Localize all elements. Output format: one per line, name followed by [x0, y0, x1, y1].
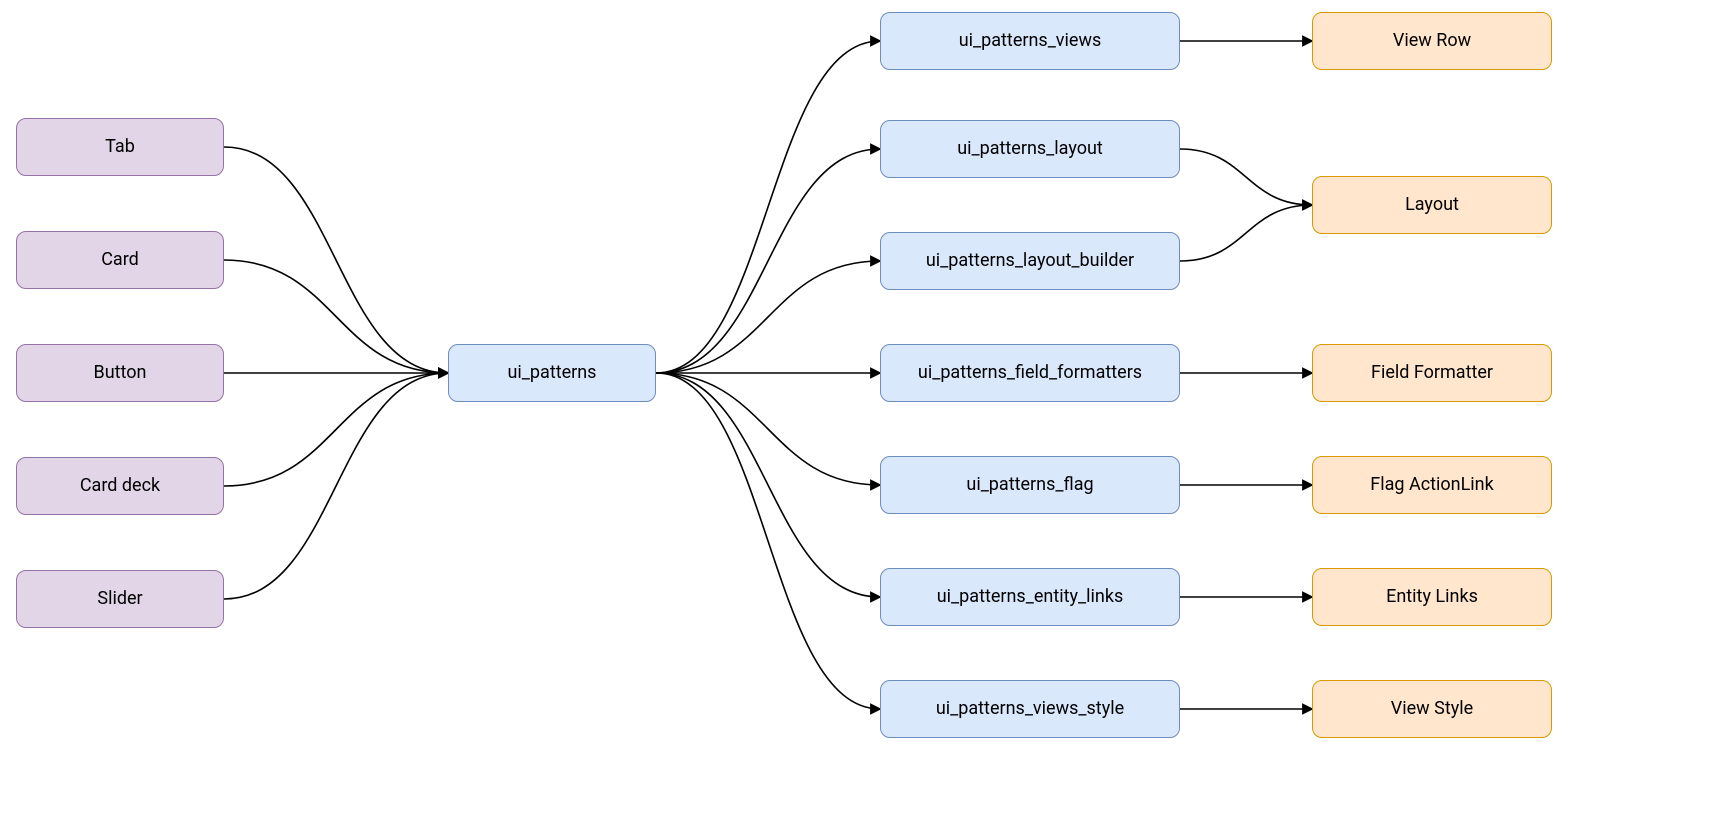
edge-left-card_deck-to-center-ui_patterns — [224, 373, 448, 486]
node-label: Card — [101, 249, 139, 271]
node-right-entity_links_out: Entity Links — [1312, 568, 1552, 626]
node-middle-entity_links: ui_patterns_entity_links — [880, 568, 1180, 626]
node-label: ui_patterns_field_formatters — [918, 362, 1142, 384]
node-label: View Style — [1391, 698, 1473, 720]
node-label: ui_patterns_flag — [966, 474, 1093, 496]
node-label: Button — [94, 362, 147, 384]
node-label: ui_patterns — [508, 362, 597, 384]
diagram-canvas: TabCardButtonCard deckSliderui_patternsu… — [0, 0, 1709, 823]
node-middle-views: ui_patterns_views — [880, 12, 1180, 70]
node-label: Layout — [1405, 194, 1459, 216]
edge-left-slider-to-center-ui_patterns — [224, 373, 448, 599]
edge-middle-layout_builder-to-right-layout_out — [1180, 205, 1312, 261]
node-label: ui_patterns_views — [959, 30, 1102, 52]
node-label: Card deck — [80, 475, 160, 497]
node-right-layout_out: Layout — [1312, 176, 1552, 234]
edge-left-tab-to-center-ui_patterns — [224, 147, 448, 373]
node-middle-layout: ui_patterns_layout — [880, 120, 1180, 178]
node-left-tab: Tab — [16, 118, 224, 176]
node-label: ui_patterns_layout_builder — [926, 250, 1134, 272]
node-label: Slider — [97, 588, 142, 610]
node-label: Flag ActionLink — [1370, 474, 1493, 496]
node-label: Entity Links — [1386, 586, 1478, 608]
edge-center-ui_patterns-to-middle-views — [656, 41, 880, 373]
node-left-card_deck: Card deck — [16, 457, 224, 515]
edge-left-card-to-center-ui_patterns — [224, 260, 448, 373]
node-middle-flag: ui_patterns_flag — [880, 456, 1180, 514]
node-right-view_style: View Style — [1312, 680, 1552, 738]
node-label: ui_patterns_views_style — [936, 698, 1124, 720]
node-left-card: Card — [16, 231, 224, 289]
node-middle-views_style: ui_patterns_views_style — [880, 680, 1180, 738]
edge-center-ui_patterns-to-middle-views_style — [656, 373, 880, 709]
node-middle-layout_builder: ui_patterns_layout_builder — [880, 232, 1180, 290]
edge-center-ui_patterns-to-middle-layout — [656, 149, 880, 373]
node-center-ui_patterns: ui_patterns — [448, 344, 656, 402]
node-label: Field Formatter — [1371, 362, 1493, 384]
node-right-flag_actionlink: Flag ActionLink — [1312, 456, 1552, 514]
node-label: Tab — [105, 136, 135, 158]
node-left-slider: Slider — [16, 570, 224, 628]
edge-center-ui_patterns-to-middle-entity_links — [656, 373, 880, 597]
edge-middle-layout-to-right-layout_out — [1180, 149, 1312, 205]
edge-center-ui_patterns-to-middle-flag — [656, 373, 880, 485]
node-label: ui_patterns_layout — [957, 138, 1103, 160]
node-label: ui_patterns_entity_links — [937, 586, 1123, 608]
node-right-view_row: View Row — [1312, 12, 1552, 70]
node-middle-field_formatters: ui_patterns_field_formatters — [880, 344, 1180, 402]
edge-center-ui_patterns-to-middle-layout_builder — [656, 261, 880, 373]
node-right-field_formatter: Field Formatter — [1312, 344, 1552, 402]
node-label: View Row — [1393, 30, 1471, 52]
node-left-button: Button — [16, 344, 224, 402]
